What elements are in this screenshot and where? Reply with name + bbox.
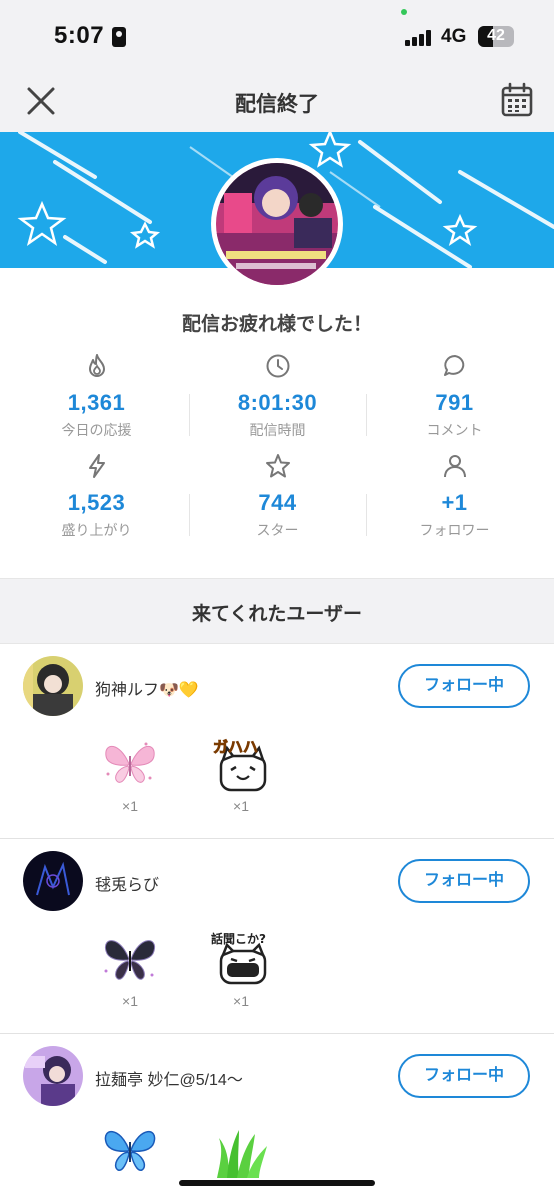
user-name[interactable]: 拉麺亭 妙仁@5/14〜 bbox=[95, 1066, 243, 1090]
user-avatar-image bbox=[23, 656, 83, 716]
gift-item: ×1 bbox=[90, 734, 170, 814]
stat-label: スター bbox=[256, 522, 299, 538]
battery-icon: 42 bbox=[478, 26, 514, 47]
visitors-section-header: 来てくれたユーザー bbox=[0, 578, 554, 644]
stat-label: 盛り上がり bbox=[61, 522, 132, 538]
user-name[interactable]: 毬兎らび bbox=[95, 871, 159, 895]
avatar[interactable] bbox=[23, 1046, 83, 1106]
gift-item: 話聞こか? ×1 bbox=[201, 929, 281, 1009]
streamer-avatar-image bbox=[216, 163, 338, 285]
gift-sticker-text: 話聞こか? bbox=[211, 931, 266, 946]
follow-button[interactable]: フォロー中 bbox=[398, 1054, 530, 1098]
nav-bar: 配信終了 bbox=[0, 74, 554, 132]
stat-value: +1 bbox=[441, 490, 468, 515]
gift-sticker-text: ガハハ bbox=[213, 738, 258, 756]
stat-stars: 744 スター bbox=[185, 452, 370, 540]
follow-button[interactable]: フォロー中 bbox=[398, 859, 530, 903]
gift-item: ガハハ ×1 bbox=[201, 734, 281, 814]
stat-support: 1,361 今日の応援 bbox=[4, 352, 189, 440]
signal-icon bbox=[405, 30, 431, 46]
gahaha-cat-icon: ガハハ bbox=[213, 738, 267, 792]
focus-id-icon bbox=[112, 27, 126, 47]
network-label: 4G bbox=[441, 26, 467, 47]
section-title: 来てくれたユーザー bbox=[191, 604, 363, 625]
stats-row-1: 1,361 今日の応援 8:01:30 配信時間 791 コメント bbox=[0, 352, 554, 452]
status-time: 5:07 bbox=[54, 22, 105, 49]
gift-count: ×1 bbox=[122, 798, 138, 814]
gift-count: ×1 bbox=[122, 993, 138, 1009]
gift-item bbox=[201, 1120, 281, 1180]
streamer-avatar bbox=[211, 158, 343, 290]
person-icon bbox=[443, 455, 466, 478]
avatar[interactable] bbox=[23, 656, 83, 716]
clock-icon bbox=[266, 354, 289, 378]
stat-label: コメント bbox=[426, 422, 483, 438]
follow-button[interactable]: フォロー中 bbox=[398, 664, 530, 708]
user-avatar-image bbox=[23, 1046, 83, 1106]
comment-icon bbox=[443, 355, 464, 376]
stat-label: 今日の応援 bbox=[61, 422, 132, 438]
gift-item: ×1 bbox=[90, 929, 170, 1009]
stat-value: 1,361 bbox=[67, 390, 126, 415]
stat-value: 744 bbox=[258, 490, 297, 515]
user-row: 狗神ルフ🐶💛 フォロー中 ×1 ガハハ ×1 bbox=[0, 644, 554, 838]
stat-comments: 791 コメント bbox=[362, 352, 547, 440]
stat-followers: +1 フォロワー bbox=[362, 452, 547, 540]
privacy-dot-icon bbox=[401, 9, 407, 15]
grass-icon bbox=[217, 1130, 267, 1178]
user-avatar-image bbox=[23, 851, 83, 911]
stats-row-2: 1,523 盛り上がり 744 スター +1 フォロワー bbox=[0, 452, 554, 552]
stat-value: 8:01:30 bbox=[237, 390, 318, 415]
stat-duration: 8:01:30 配信時間 bbox=[185, 352, 370, 440]
masked-cat-icon: 話聞こか? bbox=[211, 931, 267, 985]
thanks-message: 配信お疲れ様でした！ bbox=[181, 314, 372, 335]
black-butterfly-icon bbox=[104, 940, 156, 980]
gift-item bbox=[90, 1120, 170, 1180]
gift-count: ×1 bbox=[233, 993, 249, 1009]
calendar-button[interactable] bbox=[500, 82, 534, 118]
user-row: 拉麺亭 妙仁@5/14〜 フォロー中 bbox=[0, 1034, 554, 1199]
flame-icon bbox=[88, 354, 105, 377]
battery-level: 42 bbox=[487, 27, 505, 44]
home-indicator[interactable] bbox=[179, 1180, 375, 1186]
user-row: 毬兎らび フォロー中 ×1 話聞こか? ×1 bbox=[0, 839, 554, 1033]
stat-excitement: 1,523 盛り上がり bbox=[4, 452, 189, 540]
star-icon bbox=[265, 454, 290, 478]
avatar[interactable] bbox=[23, 851, 83, 911]
blue-butterfly-icon bbox=[104, 1131, 156, 1171]
stat-label: フォロワー bbox=[419, 522, 490, 538]
stat-value: 1,523 bbox=[67, 490, 126, 515]
stats-panel: 1,361 今日の応援 8:01:30 配信時間 791 コメント 1,523 bbox=[0, 352, 554, 552]
status-bar: 5:07 4G 42 bbox=[0, 0, 554, 74]
calendar-icon bbox=[501, 82, 533, 117]
user-name[interactable]: 狗神ルフ🐶💛 bbox=[95, 676, 199, 700]
gift-count: ×1 bbox=[233, 798, 249, 814]
page-title: 配信終了 bbox=[235, 93, 319, 116]
lightning-icon bbox=[88, 454, 105, 478]
stat-label: 配信時間 bbox=[249, 422, 306, 438]
pink-butterfly-icon bbox=[105, 742, 155, 783]
stat-value: 791 bbox=[435, 390, 474, 415]
